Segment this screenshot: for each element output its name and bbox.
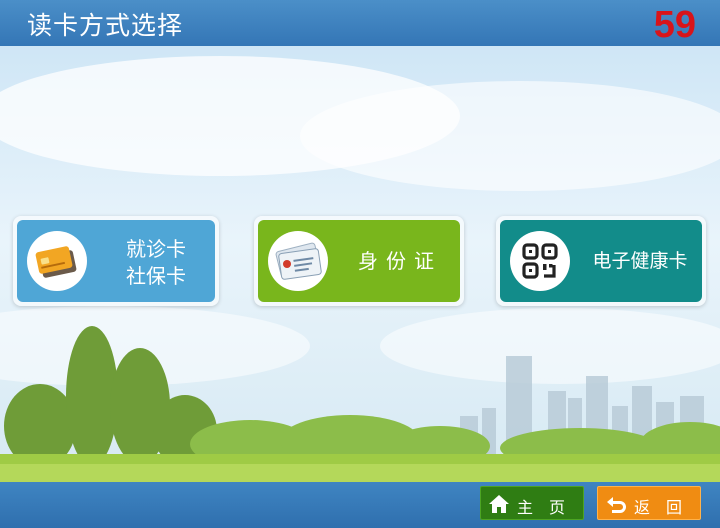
back-button-label: 返回 (634, 498, 699, 517)
header-bar: 读卡方式选择 59 (0, 0, 720, 46)
qr-code-icon (510, 231, 570, 291)
medical-card-label-line2: 社保卡 (126, 264, 186, 288)
medical-card-label-line1: 就诊卡 (126, 237, 186, 261)
home-icon (488, 493, 510, 515)
return-arrow-icon (605, 493, 627, 515)
home-button[interactable]: 主页 (480, 486, 584, 520)
page-title: 读卡方式选择 (27, 11, 184, 40)
id-card-option[interactable]: 身份证 (254, 216, 464, 306)
footer-bar: 主页 返回 (0, 482, 720, 528)
home-button-label: 主页 (517, 498, 582, 517)
id-card-label: 身份证 (358, 249, 442, 273)
back-button[interactable]: 返回 (597, 486, 701, 520)
health-card-option[interactable]: 电子健康卡 (496, 216, 706, 306)
bank-card-icon (27, 231, 87, 291)
medical-card-option[interactable]: 就诊卡 社保卡 (13, 216, 219, 306)
health-card-label: 电子健康卡 (592, 250, 688, 272)
medical-card-label: 就诊卡 社保卡 (113, 236, 199, 290)
countdown-timer: 59 (653, 4, 696, 46)
id-card-icon (268, 231, 328, 291)
